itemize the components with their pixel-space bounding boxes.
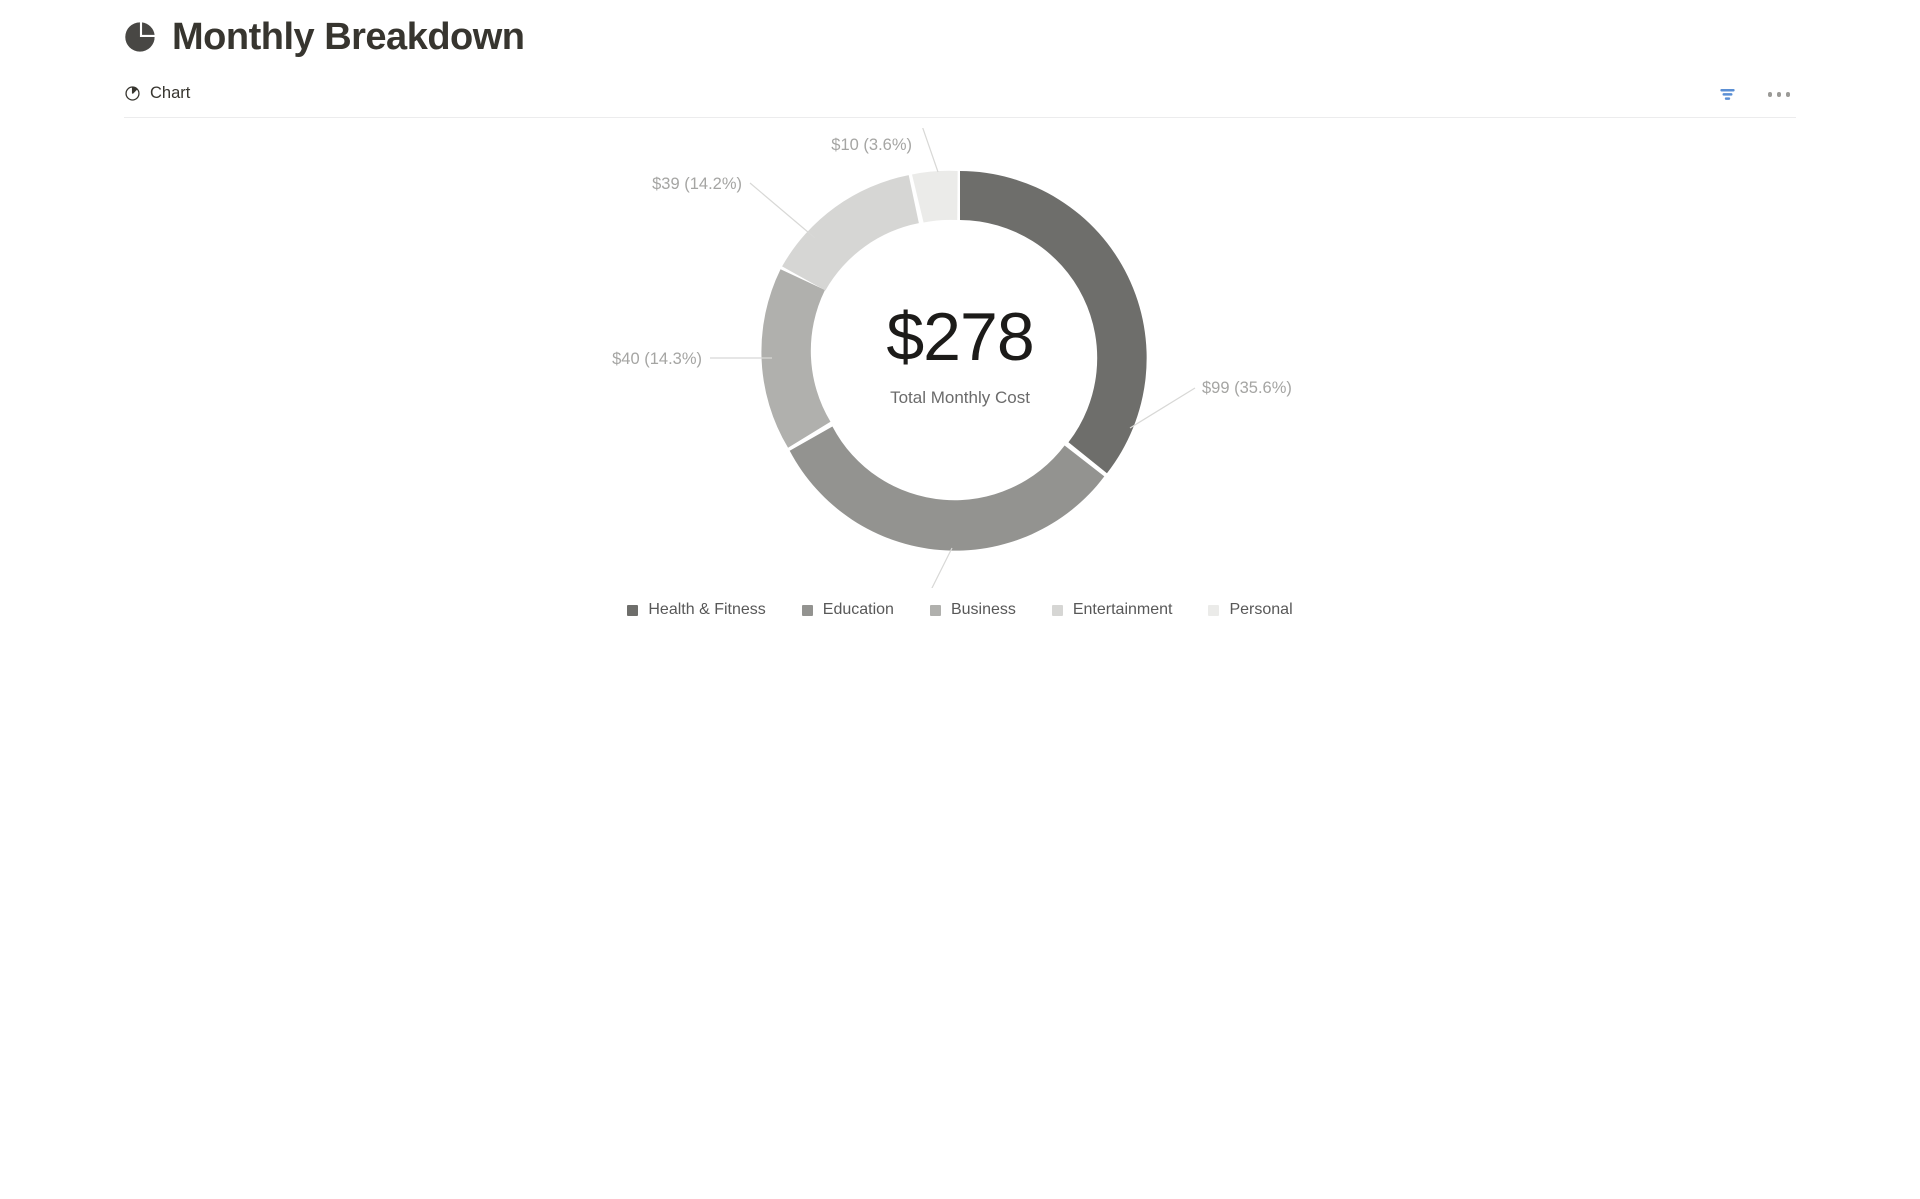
legend-item-entertainment[interactable]: Entertainment [1051, 601, 1173, 618]
slice-health-fitness[interactable] [960, 171, 1147, 474]
filter-button[interactable] [1714, 82, 1740, 108]
slice-label-personal: $10 (3.6%) [831, 136, 912, 154]
pie-chart-icon [124, 20, 158, 54]
filter-icon [1718, 85, 1737, 104]
tabs-right [1714, 82, 1796, 108]
slice-education[interactable] [789, 426, 1105, 551]
legend-swatch [801, 604, 813, 616]
legend-item-label: Health & Fitness [648, 601, 766, 618]
tab-chart-label: Chart [150, 84, 191, 102]
legend-swatch [1208, 604, 1220, 616]
legend-item-personal[interactable]: Personal [1208, 601, 1293, 618]
donut-slices [761, 170, 1147, 551]
donut-svg: $99 (35.6%) $90 (32.3%) $40 (14.3%) $39 … [612, 128, 1292, 588]
leader-line-personal [922, 128, 939, 173]
tabs-row: Chart [124, 72, 1796, 118]
slice-personal[interactable] [912, 170, 958, 223]
legend-swatch [627, 604, 639, 616]
page-title: Monthly Breakdown [172, 16, 525, 58]
slice-label-entertainment: $39 (14.2%) [652, 175, 742, 193]
legend-item-health-fitness[interactable]: Health & Fitness [627, 601, 766, 618]
slice-label-health-fitness: $99 (35.6%) [1202, 379, 1292, 397]
tab-chart[interactable]: Chart [124, 72, 190, 117]
leader-line-entertainment [749, 182, 816, 239]
legend-item-education[interactable]: Education [801, 601, 894, 618]
legend-swatch [1051, 604, 1063, 616]
donut-chart: $99 (35.6%) $90 (32.3%) $40 (14.3%) $39 … [124, 128, 1796, 588]
legend-item-label: Business [950, 601, 1016, 618]
title-row: Monthly Breakdown [124, 0, 1796, 62]
header: Monthly Breakdown Chart [124, 0, 1796, 118]
legend-swatch [929, 604, 941, 616]
legend-item-label: Education [822, 601, 894, 618]
legend-item-business[interactable]: Business [929, 601, 1016, 618]
leader-line-education [931, 547, 953, 588]
more-options-icon [1767, 92, 1791, 97]
chart-legend: Health & Fitness Education Business Ente… [124, 602, 1796, 618]
slice-label-business: $40 (14.3%) [612, 350, 702, 368]
pie-chart-outline-icon [124, 85, 141, 102]
tabs-left: Chart [124, 72, 190, 117]
chart-container: $99 (35.6%) $90 (32.3%) $40 (14.3%) $39 … [124, 128, 1796, 648]
legend-item-label: Personal [1229, 601, 1293, 618]
page-root: Monthly Breakdown Chart $99 (35.6%) $40 … [0, 0, 1920, 1199]
slice-entertainment[interactable] [782, 175, 919, 291]
legend-item-label: Entertainment [1072, 601, 1173, 618]
more-options-button[interactable] [1766, 82, 1792, 108]
